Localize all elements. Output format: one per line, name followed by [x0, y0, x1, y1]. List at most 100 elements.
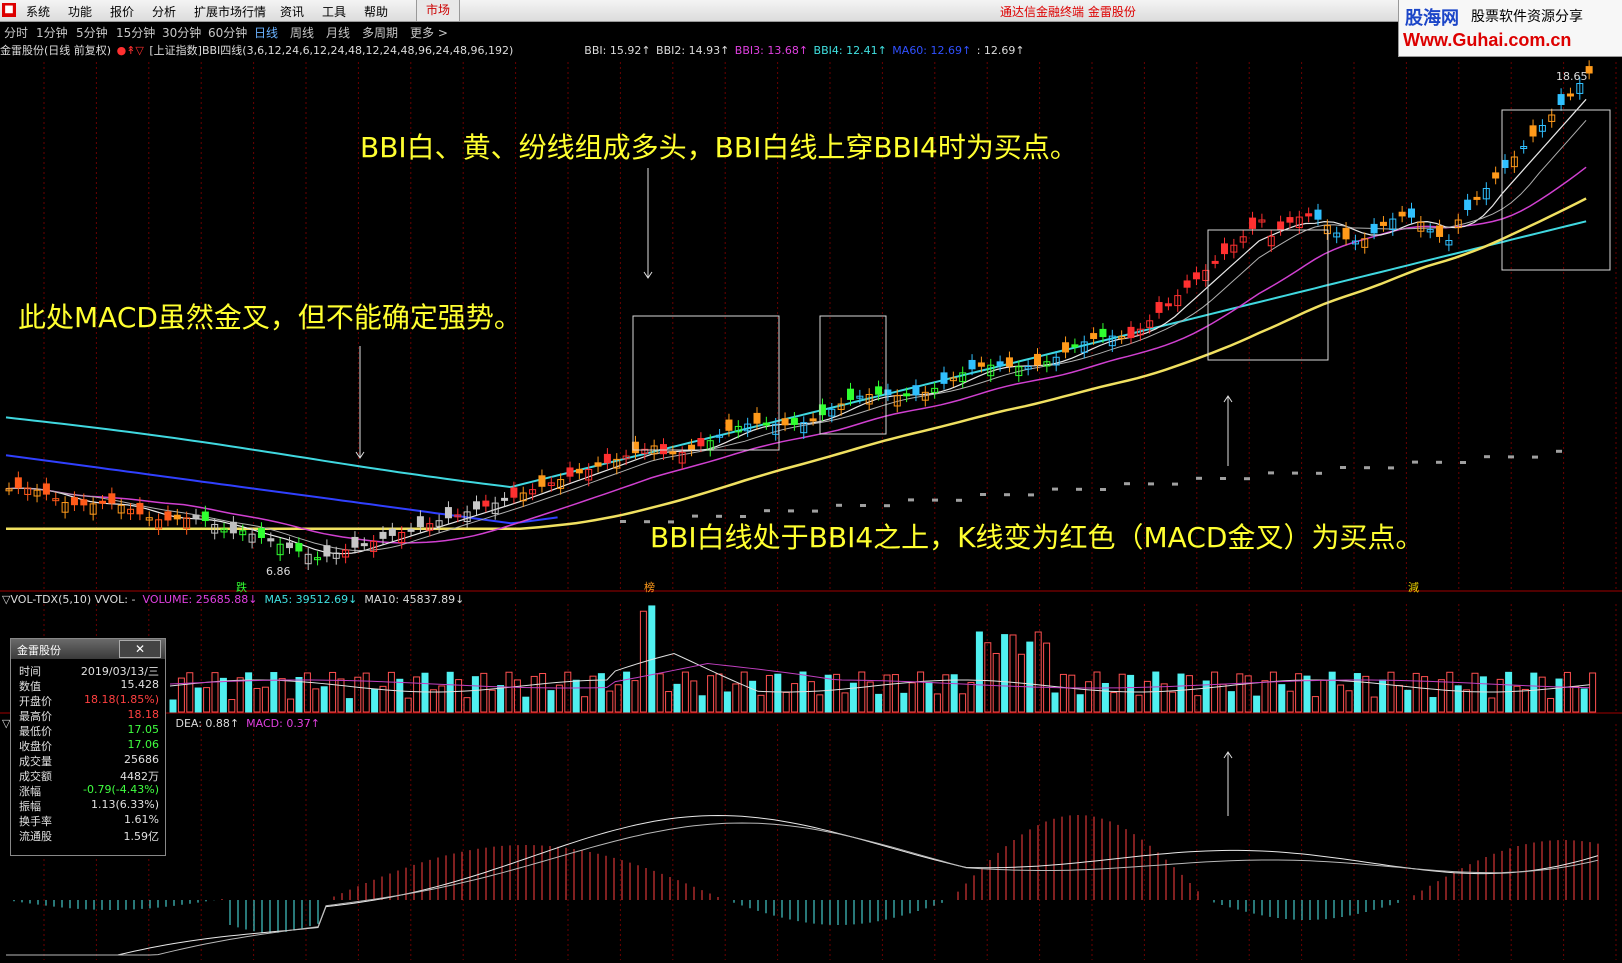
volume-bar [211, 672, 219, 713]
candle-body [108, 493, 116, 504]
volume-bar [413, 676, 421, 713]
candle-body [379, 531, 387, 539]
volume-bar [438, 685, 446, 713]
volume-bar [572, 679, 580, 713]
candle-body [1221, 243, 1228, 255]
volume-bar [261, 686, 269, 713]
volume-bar [219, 677, 227, 713]
info-row-value: 17.05 [127, 723, 160, 736]
signal-dot [1508, 455, 1514, 459]
volume-bar [1555, 678, 1563, 713]
candle-body [136, 502, 144, 515]
volume-bar [396, 678, 404, 713]
volume-bar [1085, 681, 1093, 713]
highlight-box [632, 315, 780, 451]
candle-body [444, 507, 452, 519]
volume-bar [1118, 673, 1126, 713]
candle-body [510, 487, 518, 498]
volume-bar [1446, 671, 1454, 713]
volume-bar [740, 671, 748, 713]
volume-bar [1253, 695, 1261, 713]
candle-body [753, 412, 761, 424]
signal-dot [1460, 461, 1466, 464]
volume-bar [707, 675, 715, 713]
volume-bar [698, 695, 706, 713]
volume-bar [480, 672, 488, 713]
candle-body [1183, 280, 1191, 288]
candle-body [762, 422, 770, 426]
volume-bar [723, 691, 731, 713]
volume-bar [1421, 676, 1429, 713]
candle-body [473, 501, 480, 510]
info-row-value: 25686 [124, 753, 159, 766]
info-row: 最低价 17.05 [15, 723, 161, 738]
volume-ma10: MA10: 45837.89↓ [364, 593, 465, 606]
info-popup-header[interactable]: 金雷股份 ✕ [11, 639, 165, 659]
volume-bar [1194, 695, 1202, 713]
candle-body [501, 497, 509, 501]
candle-body [1277, 221, 1285, 230]
volume-bar [1127, 674, 1135, 713]
volume-bar [1076, 694, 1084, 713]
candle-body [1062, 342, 1070, 353]
signal-dot [1556, 449, 1562, 453]
candle-body [566, 467, 574, 477]
volume-bar [757, 694, 765, 713]
candle-body [286, 542, 293, 549]
signal-dot [1292, 471, 1298, 475]
candle-body [164, 511, 172, 521]
signal-dot [1364, 466, 1370, 470]
candle-body [669, 451, 677, 455]
volume-bar [1572, 686, 1580, 713]
volume-bar [1244, 675, 1252, 713]
info-row-key: 振幅 [19, 800, 41, 813]
info-row: 振幅 1.13(6.33%) [15, 798, 161, 813]
volume-bar [875, 693, 883, 713]
volume-bar [245, 672, 253, 713]
volume-bar [959, 693, 967, 713]
info-row: 成交额 4482万 [15, 768, 161, 783]
volume-bar [236, 677, 244, 713]
candle-body [1492, 172, 1500, 179]
volume-bar [169, 699, 177, 713]
volume-bar [1437, 679, 1445, 713]
signal-dot [1004, 493, 1010, 497]
volume-indicator-name[interactable]: ▽VOL-TDX(5,10) [2, 593, 91, 606]
volume-bar [824, 674, 832, 713]
stock-info-popup: 金雷股份 ✕ 时间 2019/03/13/三 数值 15.428 开盘价 18.18(1.… [10, 638, 166, 856]
volume-bar [186, 672, 194, 713]
dif-line [6, 814, 1599, 956]
info-row-key: 最低价 [19, 725, 52, 738]
candle-body [660, 444, 667, 455]
candle-body [1211, 260, 1219, 264]
volume-bar [303, 672, 311, 713]
volume-bar [581, 696, 589, 713]
volume-bar [807, 681, 815, 713]
volume-bar [690, 680, 698, 713]
candle-body [1164, 303, 1172, 307]
volume-bar [362, 672, 370, 713]
candle-body [323, 545, 331, 557]
volume-bar [1589, 672, 1597, 713]
candle-body [1379, 221, 1387, 226]
info-row-key: 收盘价 [19, 740, 52, 753]
candle-body [1529, 125, 1537, 137]
volume-bar [900, 692, 908, 713]
signal-dot [1196, 476, 1202, 480]
candle-body [1090, 333, 1098, 339]
candle-body [99, 500, 106, 504]
volume-bar [1488, 697, 1496, 713]
signal-dot [1412, 460, 1418, 464]
candle-body [416, 516, 424, 528]
dea-value: DEA: 0.88↑ [175, 717, 240, 730]
volume-bar [505, 671, 513, 713]
volume-bar [589, 675, 597, 713]
candle-body [603, 453, 611, 464]
signal-dot [884, 504, 890, 508]
info-popup-title: 金雷股份 [17, 644, 61, 657]
volume-bar [765, 674, 773, 713]
volume-bar [1429, 697, 1437, 713]
close-icon[interactable]: ✕ [119, 640, 161, 658]
volume-bar [1043, 642, 1051, 713]
volume-bar [665, 691, 673, 713]
